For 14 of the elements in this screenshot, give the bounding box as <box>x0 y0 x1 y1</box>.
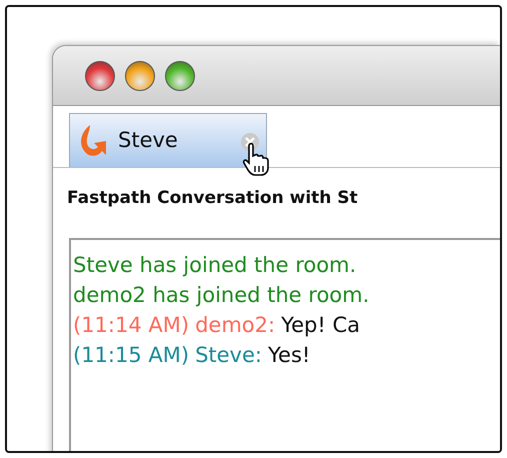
conversation-heading: Fastpath Conversation with St <box>67 187 359 210</box>
message-timestamp: (11:15 AM) <box>73 342 190 368</box>
join-notice: Steve has joined the room. <box>73 252 358 278</box>
join-notice: demo2 has joined the room. <box>73 282 370 308</box>
message-text: Yes! <box>268 342 310 368</box>
message-sender: demo2: <box>195 312 276 338</box>
tab-label: Steve <box>118 126 178 154</box>
zoom-button[interactable] <box>165 60 195 90</box>
minimize-button[interactable] <box>125 60 155 90</box>
hand-pointer-icon <box>242 142 270 176</box>
message-text: Yep! Ca <box>281 312 360 338</box>
close-button[interactable] <box>85 60 115 90</box>
message-sender: Steve: <box>195 342 262 368</box>
message-timestamp: (11:14 AM) <box>73 312 190 338</box>
